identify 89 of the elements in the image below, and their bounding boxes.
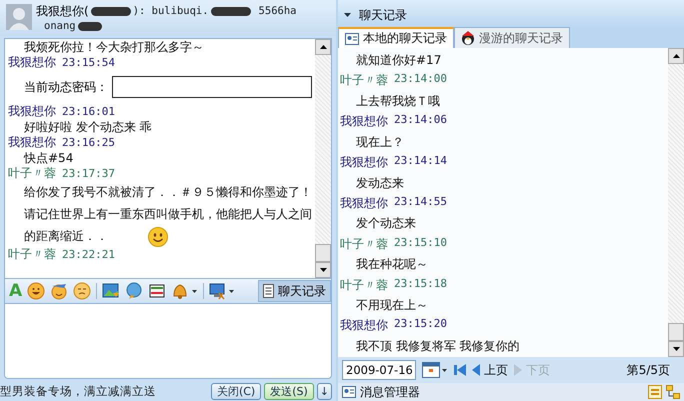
- magic-face-icon[interactable]: [50, 282, 68, 300]
- penguin-icon: [461, 31, 475, 45]
- message-text: 上去帮我烧Ｔ哦: [355, 92, 441, 110]
- sender-name: 我狠想你: [340, 194, 388, 212]
- message-time: 23:17:37: [62, 166, 115, 181]
- folder-tree-icon[interactable]: [666, 385, 680, 399]
- contact-account: ): bulibuqi.: [132, 4, 209, 19]
- message-text: 发动态来: [355, 174, 405, 192]
- contact-card-icon: [342, 386, 356, 398]
- message-text: 给你发了我号不就被清了．．＃９５懒得和你墨迹了！请记住世界上有一重东西叫做手机，他能把人与人之间的距离缩近．．: [8, 181, 312, 247]
- message-text: 我烦死你拉！今大杂打那么多字～: [23, 39, 205, 55]
- field-label: 当前动态密码：: [24, 78, 108, 96]
- smiley-icon[interactable]: [27, 282, 46, 300]
- scroll-up-button[interactable]: [668, 48, 684, 64]
- message-text: 不用现在上～: [355, 297, 429, 314]
- down-arrow-icon: [672, 347, 680, 351]
- redaction-scribble: [90, 7, 131, 16]
- message-text: 就知道你好#17: [355, 52, 442, 69]
- contact-signature: 5566ha: [258, 4, 296, 19]
- message-time: 23:14:55: [394, 194, 447, 210]
- sender-name: 我狠想你: [340, 154, 388, 172]
- sender-name: 我狠想你: [340, 113, 388, 130]
- sender-name: 叶子〃蓉: [8, 247, 56, 262]
- speech-bubble-icon[interactable]: [125, 282, 144, 300]
- redaction-scribble: [210, 7, 251, 16]
- message-time: 23:14:00: [394, 72, 447, 88]
- left-triangle-icon: [472, 364, 480, 376]
- message-time: 23:16:25: [62, 135, 115, 150]
- message-time: 23:16:01: [62, 104, 115, 119]
- send-button[interactable]: 发送(S): [264, 383, 314, 400]
- contact-name: 我狠想你(: [36, 4, 89, 19]
- bell-icon[interactable]: [171, 282, 198, 300]
- page-indicator: 第5/5页: [626, 362, 670, 378]
- password-field[interactable]: [112, 76, 312, 98]
- sender-name: 叶子〃蓉: [340, 72, 388, 90]
- up-arrow-icon: [320, 45, 326, 49]
- message-time: 23:15:10: [394, 236, 447, 251]
- collapse-caret-icon[interactable]: [344, 13, 351, 17]
- chat-history-button[interactable]: 聊天记录: [258, 280, 331, 302]
- avatar-icon: [6, 4, 32, 30]
- list-view-icon[interactable]: [648, 385, 662, 399]
- up-arrow-icon: [672, 54, 680, 58]
- message-time: 23:15:54: [62, 55, 115, 70]
- message-text: 现在上？: [355, 134, 405, 151]
- ad-text[interactable]: 型男装备专场，满立减满立送: [0, 384, 208, 399]
- message-time: 23:14:14: [394, 154, 447, 170]
- message-time: 23:22:21: [62, 247, 115, 262]
- monitor-icon[interactable]: [209, 282, 236, 300]
- message-manager-link[interactable]: 消息管理器: [360, 384, 420, 400]
- scroll-bar[interactable]: [668, 48, 684, 357]
- sender-name: 我狠想你: [8, 55, 56, 70]
- calendar-icon[interactable]: [422, 361, 448, 379]
- screenshot-icon[interactable]: [148, 282, 166, 300]
- scroll-down-button[interactable]: [315, 262, 331, 278]
- picture-icon[interactable]: [102, 282, 120, 300]
- first-page-icon[interactable]: [454, 364, 466, 376]
- contact-signature: onang: [44, 19, 76, 34]
- scroll-thumb[interactable]: [668, 323, 684, 341]
- scroll-thumb[interactable]: [315, 244, 331, 262]
- sender-name: 我狠想你: [8, 135, 56, 150]
- sender-name: 叶子〃蓉: [8, 166, 56, 181]
- panel-title: 聊天记录: [359, 6, 407, 24]
- history-tab[interactable]: 漫游的聊天记录: [454, 27, 570, 48]
- right-triangle-icon: [514, 364, 522, 376]
- history-tab[interactable]: 本地的聊天记录: [338, 27, 454, 48]
- sender-name: 我狠想你: [340, 317, 388, 334]
- sender-name: 我狠想你: [8, 104, 56, 119]
- send-options-button[interactable]: ↓: [316, 383, 332, 400]
- sender-name: 叶子〃蓉: [340, 276, 388, 294]
- redaction-scribble: [78, 22, 102, 31]
- previous-page-link[interactable]: 上页: [472, 362, 508, 378]
- message-text: 发个动态来: [355, 215, 417, 232]
- contact-card-icon: [345, 32, 359, 44]
- message-time: 23:15:20: [394, 317, 447, 332]
- scroll-bar[interactable]: [315, 39, 331, 278]
- scroll-up-button[interactable]: [315, 39, 331, 55]
- sender-name: 叶子〃蓉: [340, 236, 388, 253]
- message-text: 我不顶 我修复将军 我修复你的: [355, 338, 521, 355]
- close-button[interactable]: 关闭(C): [210, 383, 262, 400]
- message-text: 快点#54: [22, 150, 74, 166]
- scroll-down-button[interactable]: [668, 341, 684, 357]
- message-text: 好啦好啦 发个动态来 乖: [23, 119, 153, 135]
- message-time: 23:15:18: [394, 276, 447, 292]
- down-arrow-icon: [320, 268, 326, 272]
- message-time: 23:14:06: [394, 113, 447, 128]
- date-field[interactable]: 2009-07-16: [342, 360, 416, 380]
- message-text: 我在种花呢～: [355, 256, 429, 274]
- document-icon: [263, 284, 274, 298]
- message-input-field[interactable]: [4, 304, 332, 379]
